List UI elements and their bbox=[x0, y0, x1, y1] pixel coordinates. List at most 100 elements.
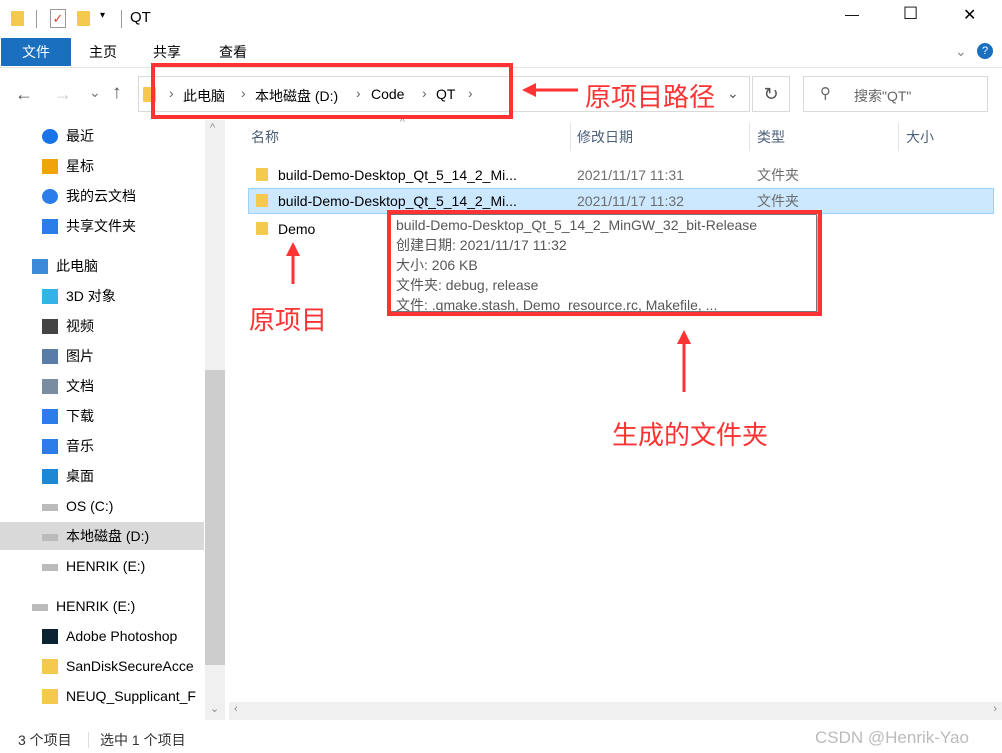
sidebar-item[interactable]: 3D 对象 bbox=[0, 282, 204, 310]
forward-button[interactable]: → bbox=[54, 84, 72, 105]
address-dropdown-icon[interactable]: ⌄ bbox=[727, 85, 739, 102]
sidebar-item[interactable]: HENRIK (E:) bbox=[0, 552, 204, 580]
maximize-button[interactable]: ☐ bbox=[903, 4, 918, 24]
drive-icon bbox=[42, 534, 58, 541]
sidebar-item-label: SanDiskSecureAcce bbox=[66, 658, 194, 674]
sidebar-item[interactable]: OS (C:) bbox=[0, 492, 204, 520]
sidebar-item[interactable]: 本地磁盘 (D:) bbox=[0, 522, 204, 550]
column-header-name[interactable]: 名称 bbox=[251, 123, 279, 151]
sidebar-item[interactable]: 共享文件夹 bbox=[0, 212, 204, 240]
sidebar-item[interactable]: 文档 bbox=[0, 372, 204, 400]
desktop-icon bbox=[42, 469, 58, 484]
sidebar-item[interactable]: NEUQ_Supplicant_F bbox=[0, 682, 204, 710]
tab-view[interactable]: 查看 bbox=[210, 38, 256, 66]
search-input[interactable]: ⚲ 搜索"QT" bbox=[803, 76, 988, 112]
sidebar-item[interactable]: 我的云文档 bbox=[0, 182, 204, 210]
sidebar-item[interactable]: HENRIK (E:) bbox=[0, 592, 204, 620]
share-icon bbox=[42, 219, 58, 234]
sidebar-item[interactable]: 音乐 bbox=[0, 432, 204, 460]
sidebar-item[interactable]: 星标 bbox=[0, 152, 204, 180]
annotation-original-label: 原项目 bbox=[249, 305, 328, 335]
picture-icon bbox=[42, 349, 58, 364]
folder-icon bbox=[42, 659, 58, 674]
properties-icon[interactable]: ✓ bbox=[50, 9, 66, 28]
column-header-size[interactable]: 大小 bbox=[906, 123, 934, 151]
film-icon bbox=[42, 319, 58, 334]
close-button[interactable]: ✕ bbox=[963, 5, 976, 25]
sidebar-item-label: 图片 bbox=[66, 348, 94, 364]
computer-icon bbox=[32, 259, 48, 274]
folder-icon bbox=[11, 11, 24, 26]
watermark: CSDN @Henrik-Yao bbox=[815, 728, 969, 747]
annotation-box-tooltip bbox=[387, 210, 822, 316]
sidebar-item-label: NEUQ_Supplicant_F bbox=[66, 688, 196, 704]
sidebar-scroll-thumb[interactable] bbox=[205, 370, 225, 665]
column-header-modified[interactable]: 修改日期 bbox=[577, 123, 633, 151]
clock-icon bbox=[42, 129, 58, 144]
folder-icon bbox=[256, 168, 268, 181]
sidebar-item-label: 桌面 bbox=[66, 468, 94, 484]
tab-share[interactable]: 共享 bbox=[144, 38, 190, 66]
file-name: Demo bbox=[278, 221, 316, 237]
sidebar-item[interactable]: 图片 bbox=[0, 342, 204, 370]
search-placeholder: 搜索"QT" bbox=[854, 88, 912, 104]
document-icon bbox=[42, 379, 58, 394]
sidebar-item-label: Adobe Photoshop bbox=[66, 628, 178, 644]
sidebar-item-label: 本地磁盘 (D:) bbox=[66, 528, 150, 544]
ribbon-expand-icon[interactable]: ⌄ bbox=[955, 43, 967, 60]
help-icon[interactable]: ? bbox=[977, 43, 993, 59]
sidebar-scrollbar[interactable]: ^ ⌄ bbox=[205, 120, 225, 720]
horizontal-scrollbar[interactable]: ‹ › bbox=[229, 702, 1002, 720]
divider bbox=[749, 123, 750, 151]
up-button[interactable]: ↑ bbox=[112, 82, 122, 104]
sidebar-item-label: HENRIK (E:) bbox=[66, 558, 146, 574]
sidebar-item[interactable]: 下载 bbox=[0, 402, 204, 430]
sidebar-item[interactable]: 此电脑 bbox=[0, 252, 204, 280]
search-icon: ⚲ bbox=[820, 85, 831, 102]
drive-icon bbox=[42, 564, 58, 571]
recent-locations-button[interactable]: ⌄ bbox=[89, 84, 101, 101]
star-icon bbox=[42, 159, 58, 174]
status-bar: 3 个项目 选中 1 个项目 CSDN @Henrik-Yao bbox=[0, 726, 1002, 753]
sidebar-item[interactable]: Adobe Photoshop bbox=[0, 622, 204, 650]
sidebar-item-label: 星标 bbox=[66, 158, 94, 174]
annotation-generated-label: 生成的文件夹 bbox=[612, 420, 769, 450]
sidebar-item[interactable]: 桌面 bbox=[0, 462, 204, 490]
sidebar-item-label: 文档 bbox=[66, 378, 94, 394]
selected-count: 选中 1 个项目 bbox=[100, 732, 186, 748]
sidebar-item-label: 此电脑 bbox=[56, 258, 98, 274]
folder-icon bbox=[256, 222, 268, 235]
arrow-up-icon bbox=[677, 330, 691, 392]
refresh-button[interactable]: ↻ bbox=[752, 76, 790, 112]
minimize-button[interactable]: — bbox=[845, 6, 859, 22]
arrow-left-icon bbox=[522, 83, 578, 97]
file-modified: 2021/11/17 11:31 bbox=[577, 167, 684, 183]
divider bbox=[570, 123, 571, 151]
sidebar-item[interactable]: 视频 bbox=[0, 312, 204, 340]
quick-access-dropdown-icon[interactable]: ▾ bbox=[100, 10, 105, 21]
sidebar-item-label: HENRIK (E:) bbox=[56, 598, 136, 614]
sidebar-item-label: 共享文件夹 bbox=[66, 218, 136, 234]
window-title: QT bbox=[130, 9, 151, 26]
tab-home[interactable]: 主页 bbox=[80, 38, 126, 66]
divider bbox=[88, 732, 89, 748]
file-row[interactable]: build-Demo-Desktop_Qt_5_14_2_Mi... 2021/… bbox=[248, 162, 994, 188]
file-name: build-Demo-Desktop_Qt_5_14_2_Mi... bbox=[278, 167, 517, 183]
annotation-box-path bbox=[151, 63, 513, 119]
sidebar-item-label: 我的云文档 bbox=[66, 188, 136, 204]
sidebar-item[interactable]: 最近 bbox=[0, 122, 204, 150]
zip-folder-icon bbox=[42, 689, 58, 704]
new-folder-icon[interactable] bbox=[77, 11, 90, 26]
file-type: 文件夹 bbox=[757, 167, 799, 183]
back-button[interactable]: ← bbox=[15, 84, 33, 105]
cube-icon bbox=[42, 289, 58, 304]
arrow-up-icon bbox=[286, 242, 300, 284]
sidebar-item-label: 3D 对象 bbox=[66, 288, 116, 304]
item-count: 3 个项目 bbox=[18, 732, 72, 748]
tab-file[interactable]: 文件 bbox=[1, 38, 71, 66]
download-icon bbox=[42, 409, 58, 424]
divider bbox=[898, 123, 899, 151]
divider bbox=[36, 10, 37, 28]
column-header-type[interactable]: 类型 bbox=[757, 123, 785, 151]
sidebar-item[interactable]: SanDiskSecureAcce bbox=[0, 652, 204, 680]
